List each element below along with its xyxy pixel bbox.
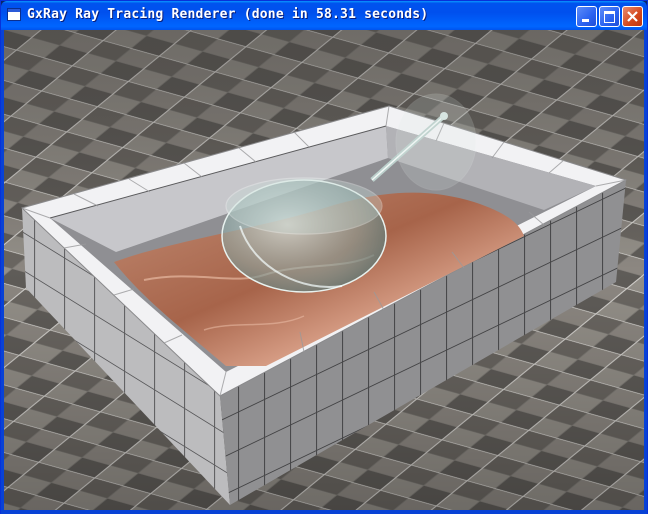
- title-bar[interactable]: GxRay Ray Tracing Renderer (done in 58.3…: [1, 1, 647, 30]
- maximize-button[interactable]: [599, 6, 620, 27]
- app-window-icon[interactable]: [7, 8, 21, 21]
- rendered-scene: [4, 30, 644, 510]
- minimize-button[interactable]: [576, 6, 597, 27]
- window-border-bottom: [1, 510, 647, 514]
- window-title: GxRay Ray Tracing Renderer (done in 58.3…: [27, 7, 429, 22]
- app-window: GxRay Ray Tracing Renderer (done in 58.3…: [0, 0, 648, 514]
- window-border-right: [644, 30, 647, 510]
- close-icon: [627, 11, 638, 22]
- close-button[interactable]: [622, 6, 643, 27]
- render-canvas: [4, 30, 644, 510]
